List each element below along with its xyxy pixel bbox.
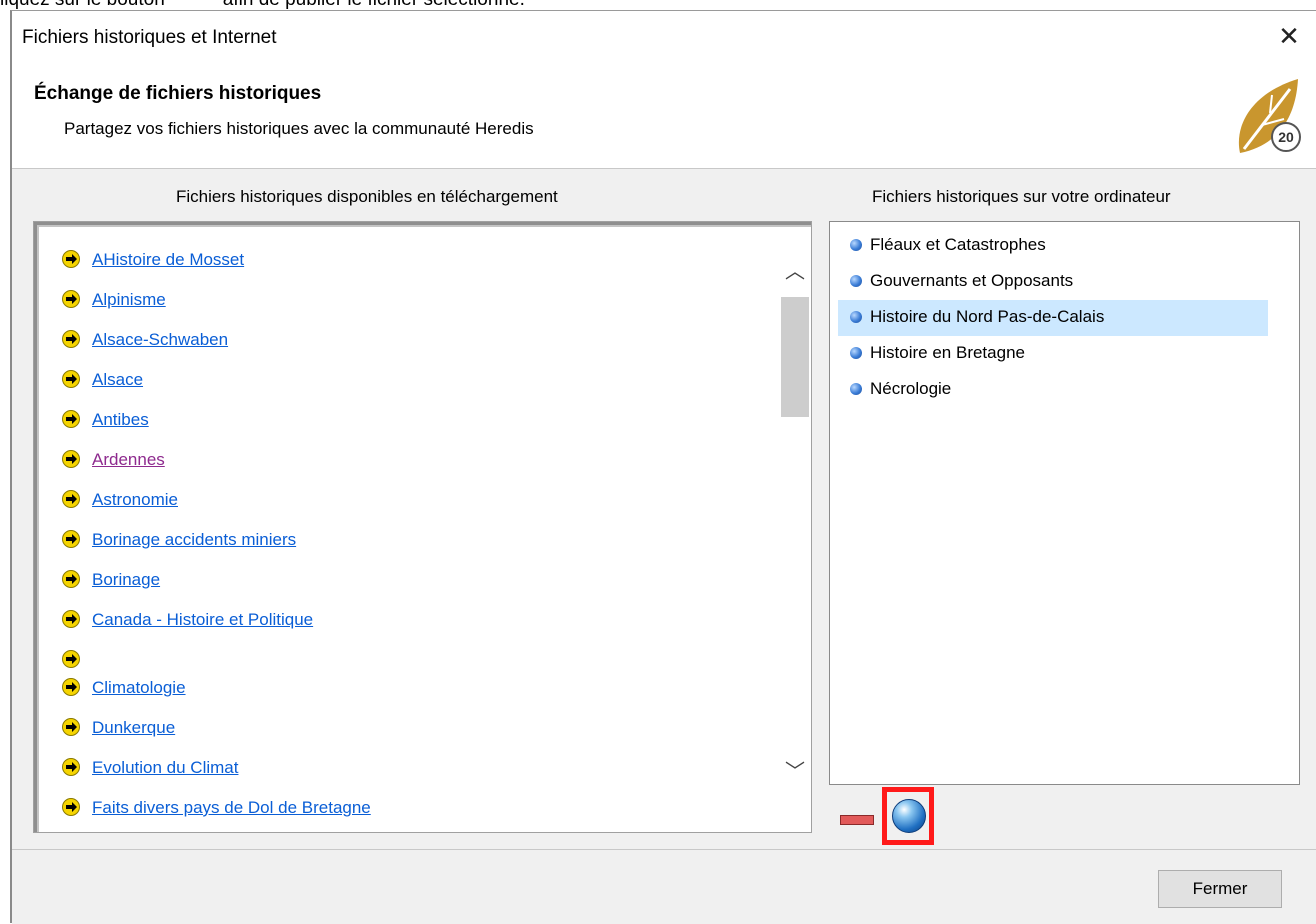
file-link[interactable]: Evolution du Climat (92, 758, 238, 778)
blue-bullet-icon (850, 239, 862, 251)
file-label: Nécrologie (870, 379, 952, 398)
list-item[interactable] (62, 648, 762, 676)
arrow-right-circle-icon (62, 798, 80, 816)
arrow-right-circle-icon (62, 678, 80, 696)
file-link[interactable]: Astronomie (92, 490, 178, 510)
scroll-down-icon[interactable]: ﹀ (779, 755, 811, 785)
window-title: Fichiers historiques et Internet (22, 27, 277, 48)
title-bar: Fichiers historiques et Internet ✕ (12, 11, 1316, 65)
arrow-right-circle-icon (62, 570, 80, 588)
local-files-list[interactable]: Fléaux et Catastrophes Gouvernants et Opp… (829, 221, 1300, 785)
list-item[interactable]: Alpinisme (62, 288, 762, 328)
arrow-right-circle-icon (62, 290, 80, 308)
list-item[interactable]: Histoire du Nord Pas-de-Calais (838, 300, 1268, 336)
caption-after: afin de publier le fichier sélectionné. (223, 0, 525, 10)
list-item[interactable]: Dunkerque (62, 716, 762, 756)
file-link[interactable]: Antibes (92, 410, 149, 430)
available-files-items: AHistoire de Mosset Alpinisme Alsace-Schwa… (62, 248, 762, 832)
dialog-header: Échange de fichiers historiques Partagez… (12, 65, 1316, 169)
arrow-right-circle-icon (62, 370, 80, 388)
list-item[interactable]: Ardennes (62, 448, 762, 488)
list-item[interactable]: Canada - Histoire et Politique (62, 608, 762, 648)
file-link[interactable]: Borinage accidents miniers (92, 530, 296, 550)
list-item[interactable]: AHistoire de Mosset (62, 248, 762, 288)
scroll-up-icon[interactable]: ︿ (779, 255, 811, 285)
local-files-label: Fichiers historiques sur votre ordinateu… (872, 187, 1171, 206)
list-item[interactable]: Borinage (62, 568, 762, 608)
arrow-right-circle-icon (62, 758, 80, 776)
file-link[interactable]: Alsace-Schwaben (92, 330, 228, 350)
file-link[interactable]: Faits divers pays de Dol de Bretagne (92, 798, 371, 818)
arrow-right-circle-icon (62, 490, 80, 508)
list-item[interactable]: Climatologie (62, 676, 762, 716)
list-item[interactable]: Antibes (62, 408, 762, 448)
header-title: Échange de fichiers historiques (34, 83, 322, 104)
arrow-right-circle-icon (62, 650, 80, 668)
list-item[interactable]: Alsace-Schwaben (62, 328, 762, 368)
list-item[interactable]: Borinage accidents miniers (62, 528, 762, 568)
file-label: Fléaux et Catastrophes (870, 235, 1046, 254)
file-label: Histoire en Bretagne (870, 343, 1025, 362)
arrow-right-circle-icon (62, 718, 80, 736)
list-item[interactable]: Nécrologie (838, 372, 1268, 408)
file-link[interactable]: Canada - Histoire et Politique (92, 610, 313, 630)
dialog-footer: Fermer (12, 849, 1316, 924)
blue-bullet-icon (850, 275, 862, 287)
vertical-scrollbar[interactable]: ︿ ﹀ (779, 227, 811, 827)
blue-bullet-icon (850, 383, 862, 395)
list-item[interactable]: Fléaux et Catastrophes (838, 228, 1268, 264)
file-link[interactable]: Alpinisme (92, 290, 166, 310)
historical-files-dialog: Fichiers historiques et Internet ✕ Échan… (10, 10, 1316, 924)
arrow-right-circle-icon (62, 530, 80, 548)
globe-icon[interactable] (892, 799, 926, 833)
file-link[interactable]: Climatologie (92, 678, 186, 698)
list-item[interactable]: Evolution du Climat (62, 756, 762, 796)
heredis-logo-icon: 20 (1232, 75, 1302, 155)
list-item[interactable]: Faits divers pays de Dol de Bretagne (62, 796, 762, 832)
available-files-list[interactable]: AHistoire de Mosset Alpinisme Alsace-Schwa… (33, 221, 812, 833)
list-item[interactable]: Alsace (62, 368, 762, 408)
blue-bullet-icon (850, 347, 862, 359)
file-label: Gouvernants et Opposants (870, 271, 1074, 290)
file-label: Histoire du Nord Pas-de-Calais (870, 307, 1105, 326)
close-icon[interactable]: ✕ (1274, 21, 1304, 51)
delete-bar-icon[interactable] (840, 815, 874, 825)
file-link[interactable]: Borinage (92, 570, 160, 590)
available-files-label: Fichiers historiques disponibles en télé… (176, 187, 558, 206)
file-link[interactable]: Ardennes (92, 450, 165, 470)
blue-bullet-icon (850, 311, 862, 323)
file-link[interactable]: AHistoire de Mosset (92, 250, 244, 270)
list-item[interactable]: Histoire en Bretagne (838, 336, 1268, 372)
file-link[interactable]: Dunkerque (92, 718, 175, 738)
arrow-right-circle-icon (62, 610, 80, 628)
scroll-thumb[interactable] (781, 297, 809, 417)
caption-before: liquez sur le bouton (0, 0, 165, 10)
header-subtitle: Partagez vos fichiers historiques avec l… (64, 119, 534, 138)
svg-text:20: 20 (1278, 129, 1294, 145)
close-button[interactable]: Fermer (1158, 870, 1282, 908)
file-link[interactable]: Alsace (92, 370, 143, 390)
list-item[interactable]: Gouvernants et Opposants (838, 264, 1268, 300)
publish-controls (838, 787, 938, 851)
arrow-right-circle-icon (62, 330, 80, 348)
arrow-right-circle-icon (62, 450, 80, 468)
arrow-right-circle-icon (62, 410, 80, 428)
local-files-items: Fléaux et Catastrophes Gouvernants et Opp… (838, 228, 1268, 408)
arrow-right-circle-icon (62, 250, 80, 268)
list-item[interactable]: Astronomie (62, 488, 762, 528)
